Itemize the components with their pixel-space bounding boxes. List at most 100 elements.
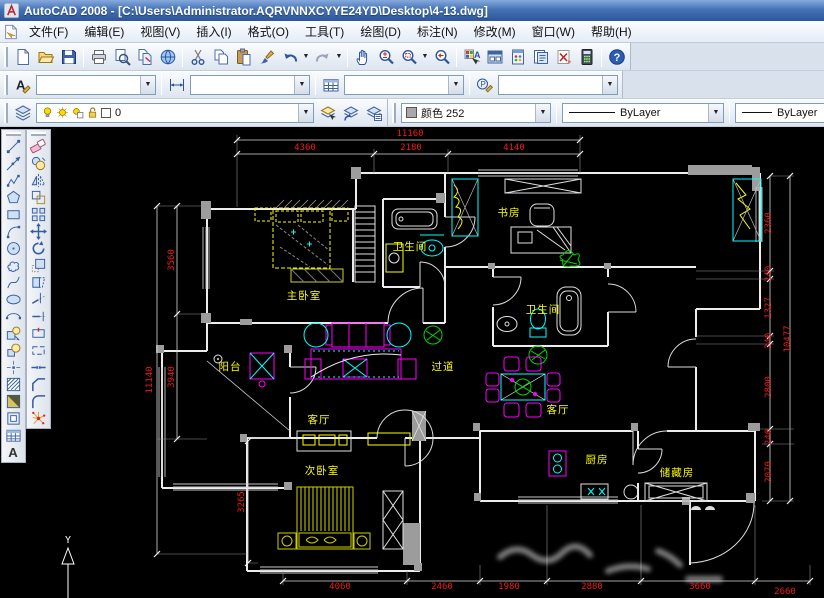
rotate-button[interactable]: [28, 240, 50, 257]
table-style-combo[interactable]: ▼: [344, 75, 464, 95]
gradient-button[interactable]: [3, 393, 25, 410]
preview-button[interactable]: [110, 45, 133, 68]
break-at-point-button[interactable]: [28, 325, 50, 342]
layer-combo-dropdown[interactable]: ▼: [298, 104, 313, 122]
menu-8[interactable]: 修改(M): [466, 21, 524, 42]
offset-button[interactable]: [28, 189, 50, 206]
redo-dropdown[interactable]: ▼: [334, 45, 344, 68]
color-combo[interactable]: 颜色 252 ▼: [401, 103, 551, 123]
text-style-combo-dropdown[interactable]: ▼: [140, 76, 155, 94]
layer-states-manager-button[interactable]: [362, 101, 385, 124]
toolbar-grip[interactable]: [4, 103, 8, 123]
layer-previous-button[interactable]: [339, 101, 362, 124]
linetype-combo[interactable]: ByLayer ▼: [562, 103, 724, 123]
dimension-style-combo[interactable]: ▼: [190, 75, 310, 95]
menu-1[interactable]: 编辑(E): [76, 21, 132, 42]
layer-properties-manager-button[interactable]: [11, 101, 34, 124]
redo-button[interactable]: [311, 45, 334, 68]
spline-button[interactable]: [3, 274, 25, 291]
polyline-button[interactable]: [3, 172, 25, 189]
rectangle-button[interactable]: [3, 206, 25, 223]
erase-button[interactable]: [28, 138, 50, 155]
layer-combo[interactable]: 0 ▼: [36, 103, 314, 123]
polygon-button[interactable]: [3, 189, 25, 206]
scale-button[interactable]: [28, 257, 50, 274]
extend-button[interactable]: [28, 308, 50, 325]
menu-10[interactable]: 帮助(H): [583, 21, 640, 42]
menu-9[interactable]: 窗口(W): [524, 21, 583, 42]
fillet-button[interactable]: [28, 393, 50, 410]
make-object-layer-current-button[interactable]: [316, 101, 339, 124]
zoom-previous-button[interactable]: [430, 45, 453, 68]
tool-palettes-button[interactable]: [506, 45, 529, 68]
unlock-icon[interactable]: [86, 105, 99, 120]
linetype-combo-dropdown[interactable]: ▼: [708, 104, 723, 122]
make-block-button[interactable]: [3, 342, 25, 359]
paste-button[interactable]: [232, 45, 255, 68]
explode-button[interactable]: [28, 410, 50, 427]
menu-3[interactable]: 插入(I): [188, 21, 239, 42]
toolbar-grip[interactable]: [4, 75, 8, 95]
move-button[interactable]: [28, 223, 50, 240]
ellipse-arc-button[interactable]: [3, 308, 25, 325]
copy-button[interactable]: [209, 45, 232, 68]
quick-calc-button[interactable]: [575, 45, 598, 68]
save-button[interactable]: [57, 45, 80, 68]
multiline-text-button[interactable]: A: [3, 444, 25, 461]
stretch-button[interactable]: [28, 274, 50, 291]
text-style-combo[interactable]: ▼: [36, 75, 156, 95]
drawing-canvas[interactable]: 1116043602180414035603940111403265236024…: [48, 127, 824, 598]
construction-line-button[interactable]: [3, 155, 25, 172]
match-properties-button[interactable]: [255, 45, 278, 68]
menu-5[interactable]: 工具(T): [297, 21, 352, 42]
publish-button[interactable]: [133, 45, 156, 68]
cut-button[interactable]: [186, 45, 209, 68]
trim-button[interactable]: [28, 291, 50, 308]
sun-icon[interactable]: [56, 105, 69, 120]
toolbar-grip[interactable]: [6, 132, 21, 136]
design-center-button[interactable]: [483, 45, 506, 68]
lineweight-combo[interactable]: ByLayer: [735, 103, 824, 123]
plot-button[interactable]: [87, 45, 110, 68]
ellipse-button[interactable]: [3, 291, 25, 308]
text-style-button[interactable]: A: [11, 73, 34, 96]
arc-button[interactable]: [3, 223, 25, 240]
title-bar[interactable]: AutoCAD 2008 - [C:\Users\Administrator.A…: [0, 0, 824, 21]
line-button[interactable]: [3, 138, 25, 155]
menu-6[interactable]: 绘图(D): [352, 21, 409, 42]
markup-set-manager-button[interactable]: [552, 45, 575, 68]
menu-2[interactable]: 视图(V): [132, 21, 188, 42]
properties-button[interactable]: A: [460, 45, 483, 68]
sheet-set-manager-button[interactable]: [529, 45, 552, 68]
hatch-button[interactable]: [3, 376, 25, 393]
insert-block-button[interactable]: [3, 325, 25, 342]
undo-button[interactable]: [278, 45, 301, 68]
revision-cloud-button[interactable]: [3, 257, 25, 274]
copy-object-button[interactable]: [28, 155, 50, 172]
multileader-style-combo-dropdown[interactable]: ▼: [602, 76, 617, 94]
color-combo-dropdown[interactable]: ▼: [535, 104, 550, 122]
bulb-on-icon[interactable]: [41, 105, 54, 120]
pan-button[interactable]: [351, 45, 374, 68]
new-button[interactable]: [11, 45, 34, 68]
menu-4[interactable]: 格式(O): [240, 21, 297, 42]
zoom-window-button[interactable]: [397, 45, 420, 68]
multileader-style-combo[interactable]: ▼: [498, 75, 618, 95]
toolbar-grip[interactable]: [31, 132, 46, 136]
viewport-sun-icon[interactable]: [71, 105, 84, 120]
join-button[interactable]: [28, 359, 50, 376]
zoom-realtime-button[interactable]: [374, 45, 397, 68]
dimension-style-combo-dropdown[interactable]: ▼: [294, 76, 309, 94]
menu-0[interactable]: 文件(F): [21, 21, 76, 42]
undo-dropdown[interactable]: ▼: [301, 45, 311, 68]
toolbar-grip[interactable]: [392, 103, 396, 123]
table-style-combo-dropdown[interactable]: ▼: [448, 76, 463, 94]
chamfer-button[interactable]: [28, 376, 50, 393]
toolbar-grip[interactable]: [4, 47, 8, 67]
region-button[interactable]: [3, 410, 25, 427]
web-button[interactable]: [156, 45, 179, 68]
table-style-button[interactable]: [319, 73, 342, 96]
break-button[interactable]: [28, 342, 50, 359]
array-button[interactable]: [28, 206, 50, 223]
dimension-style-button[interactable]: [165, 73, 188, 96]
